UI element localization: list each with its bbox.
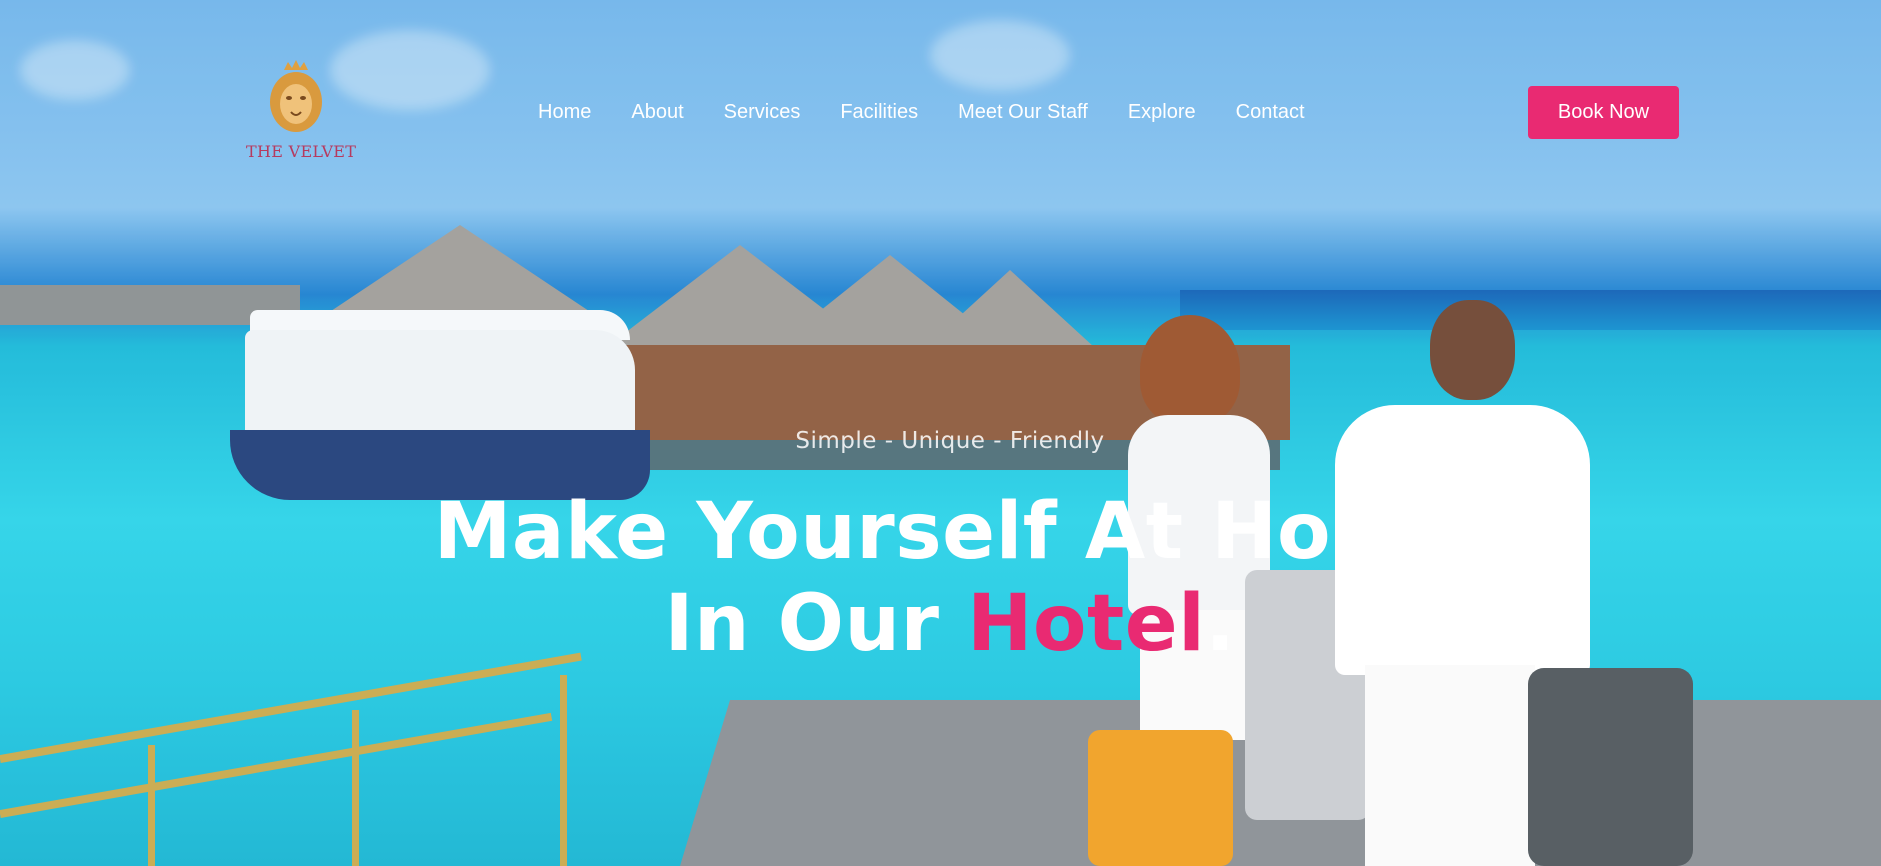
nav-facilities[interactable]: Facilities (840, 100, 918, 124)
main-nav: Home About Services Facilities Meet Our … (538, 100, 1345, 124)
nav-home[interactable]: Home (538, 100, 591, 124)
headline-line1: Make Yourself At Home (433, 487, 1467, 577)
nav-services[interactable]: Services (724, 100, 801, 124)
hero-tagline: Simple - Unique - Friendly (795, 428, 1105, 454)
brand-name: THE VELVET (246, 142, 357, 161)
nav-meet-our-staff[interactable]: Meet Our Staff (958, 100, 1088, 124)
book-now-button[interactable]: Book Now (1528, 86, 1679, 139)
brand-logo[interactable]: THE VELVET (246, 60, 357, 161)
lion-crown-icon (270, 60, 322, 132)
nav-contact[interactable]: Contact (1236, 100, 1305, 124)
hero-section: THE VELVET Home About Services Facilitie… (0, 0, 1881, 866)
headline-accent-word: Hotel (967, 579, 1206, 669)
nav-explore[interactable]: Explore (1128, 100, 1196, 124)
headline-line2-suffix: . (1205, 579, 1236, 669)
nav-about[interactable]: About (631, 100, 683, 124)
hero-headline: Make Yourself At Home In Our Hotel. (0, 486, 1881, 670)
headline-line2-prefix: In Our (664, 579, 968, 669)
